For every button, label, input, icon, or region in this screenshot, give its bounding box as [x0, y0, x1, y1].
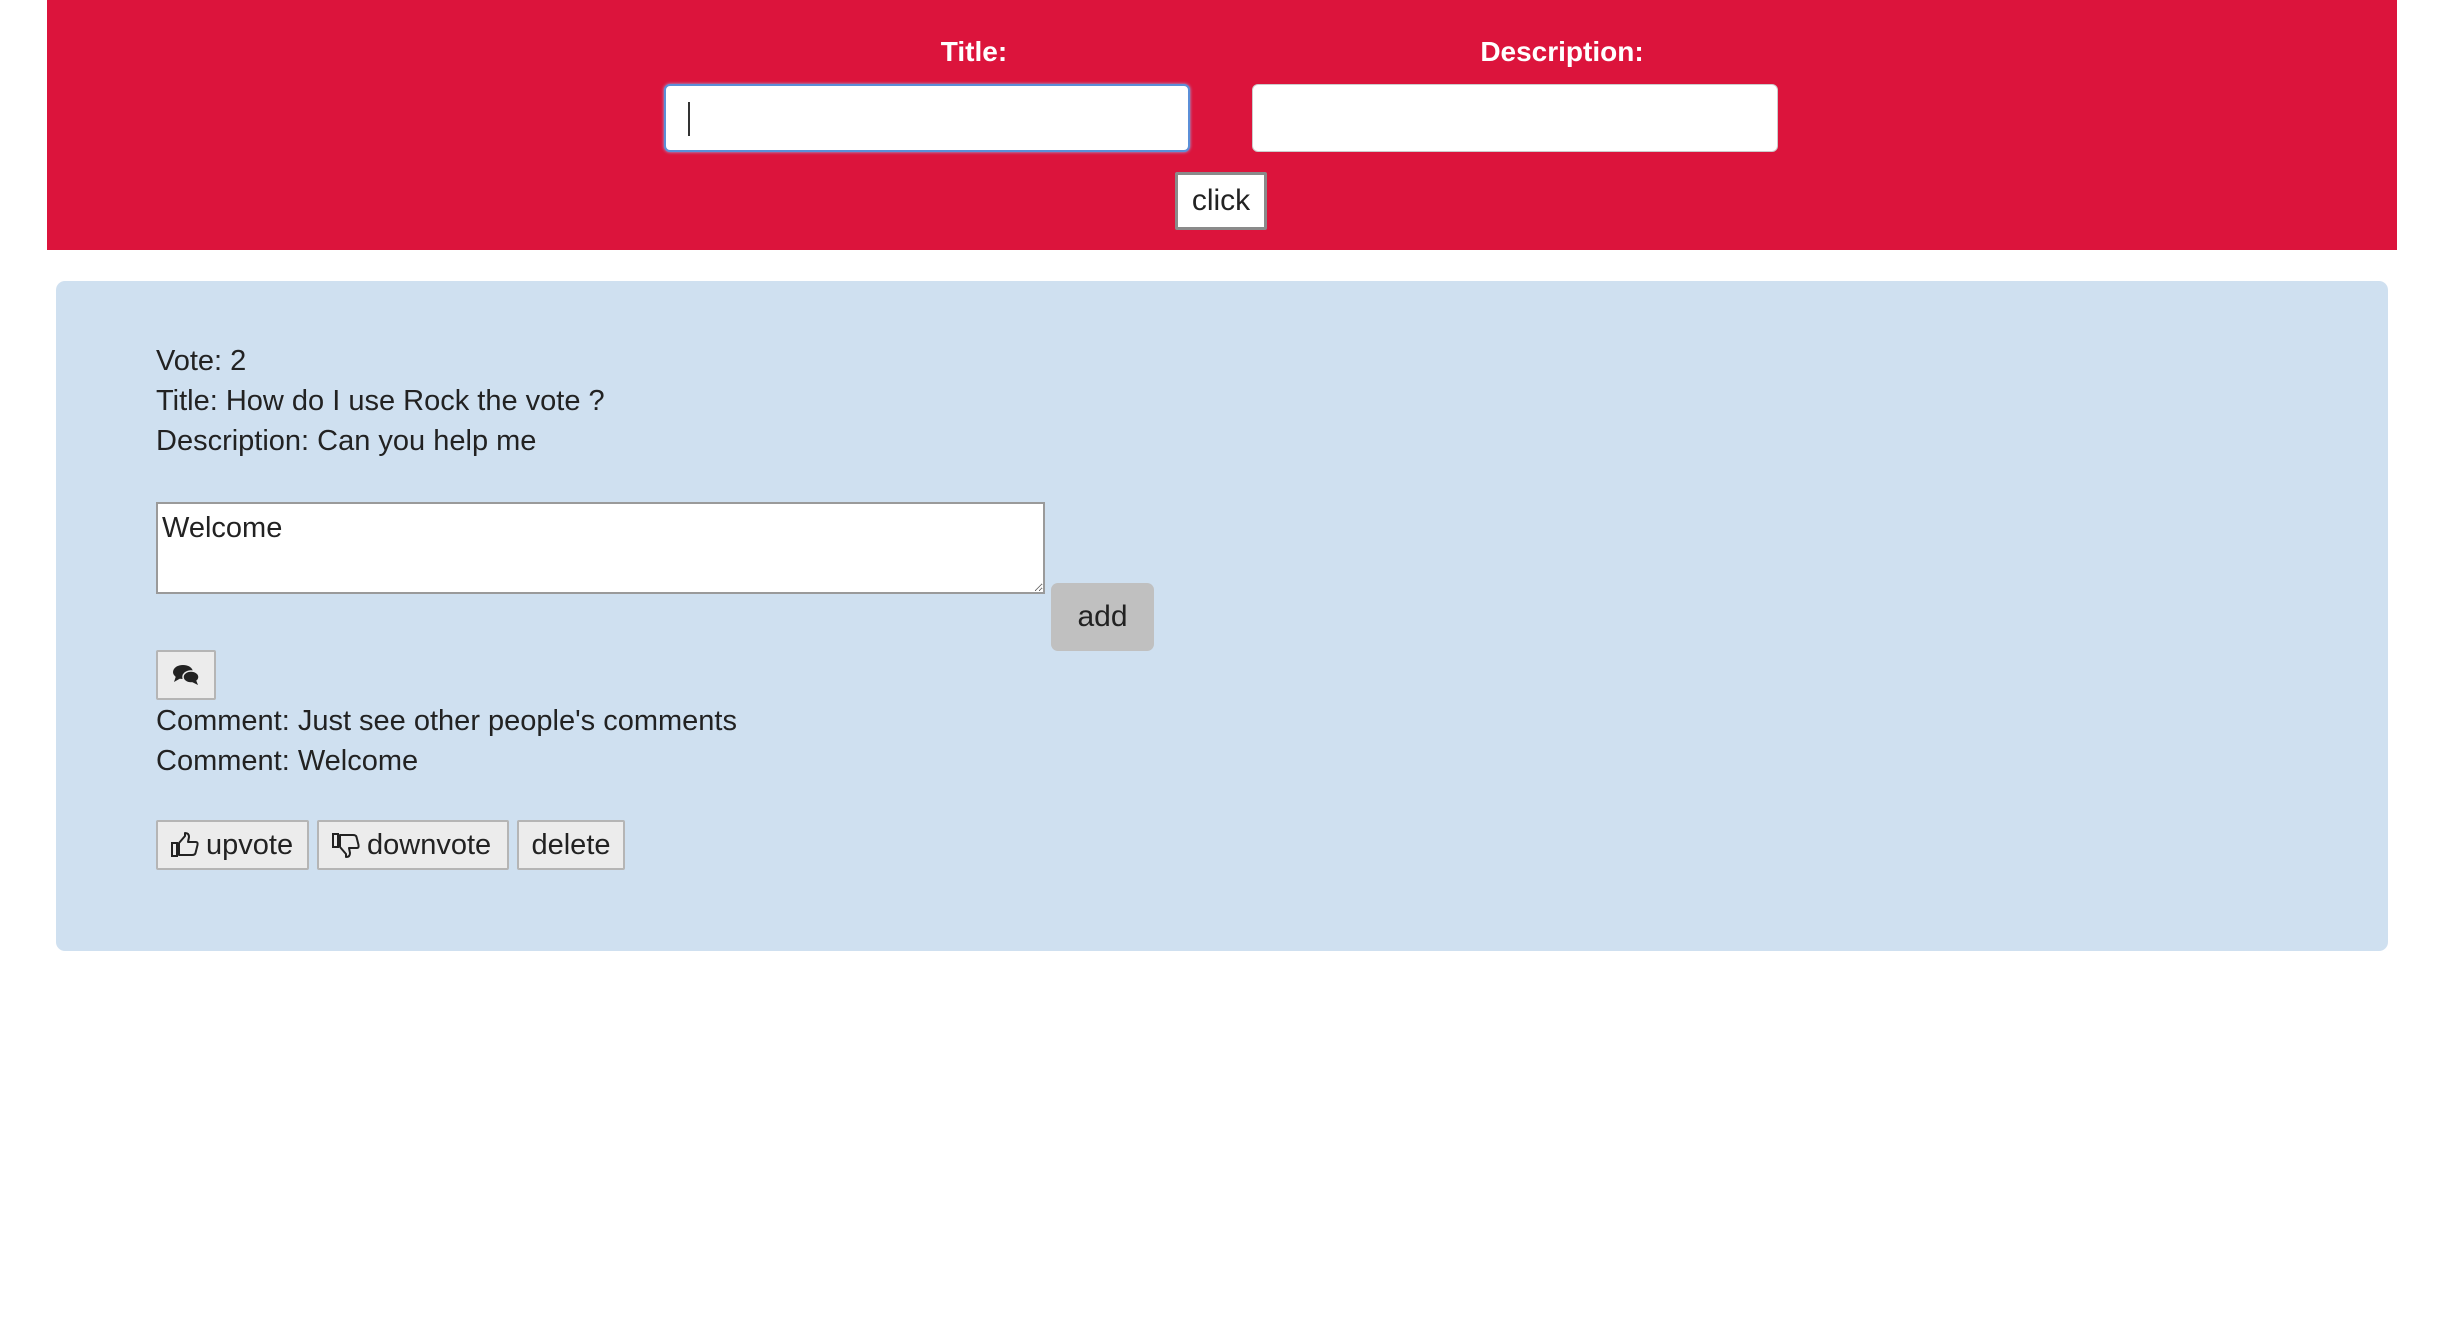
delete-button[interactable]: delete [517, 820, 625, 870]
toggle-comments-button[interactable] [156, 650, 216, 700]
vote-count: Vote: 2 [156, 345, 247, 377]
comment-item: Comment: Just see other people's comment… [156, 705, 737, 737]
upvote-label: upvote [206, 828, 294, 861]
comment-item: Comment: Welcome [156, 745, 419, 777]
downvote-button[interactable]: downvote [317, 820, 509, 870]
downvote-label: downvote [367, 828, 492, 861]
description-label: Description: [1480, 36, 1644, 67]
comment-textarea[interactable]: Welcome [156, 502, 1045, 594]
upvote-button[interactable]: upvote [156, 820, 309, 870]
description-input[interactable] [1252, 84, 1778, 152]
post-description: Description: Can you help me [156, 425, 537, 457]
title-input[interactable] [664, 84, 1190, 152]
add-comment-button[interactable]: add [1051, 583, 1154, 651]
submit-button[interactable]: click [1175, 172, 1267, 230]
thumbs-up-icon [170, 831, 200, 859]
thumbs-down-icon [331, 831, 361, 859]
text-caret [688, 102, 690, 136]
post-title: Title: How do I use Rock the vote ? [156, 385, 605, 417]
comments-icon [172, 663, 200, 687]
post-form-header: Title: Description: click [47, 0, 2397, 250]
title-label: Title: [940, 36, 1008, 67]
post-card: Vote: 2 Title: How do I use Rock the vot… [56, 281, 2388, 951]
